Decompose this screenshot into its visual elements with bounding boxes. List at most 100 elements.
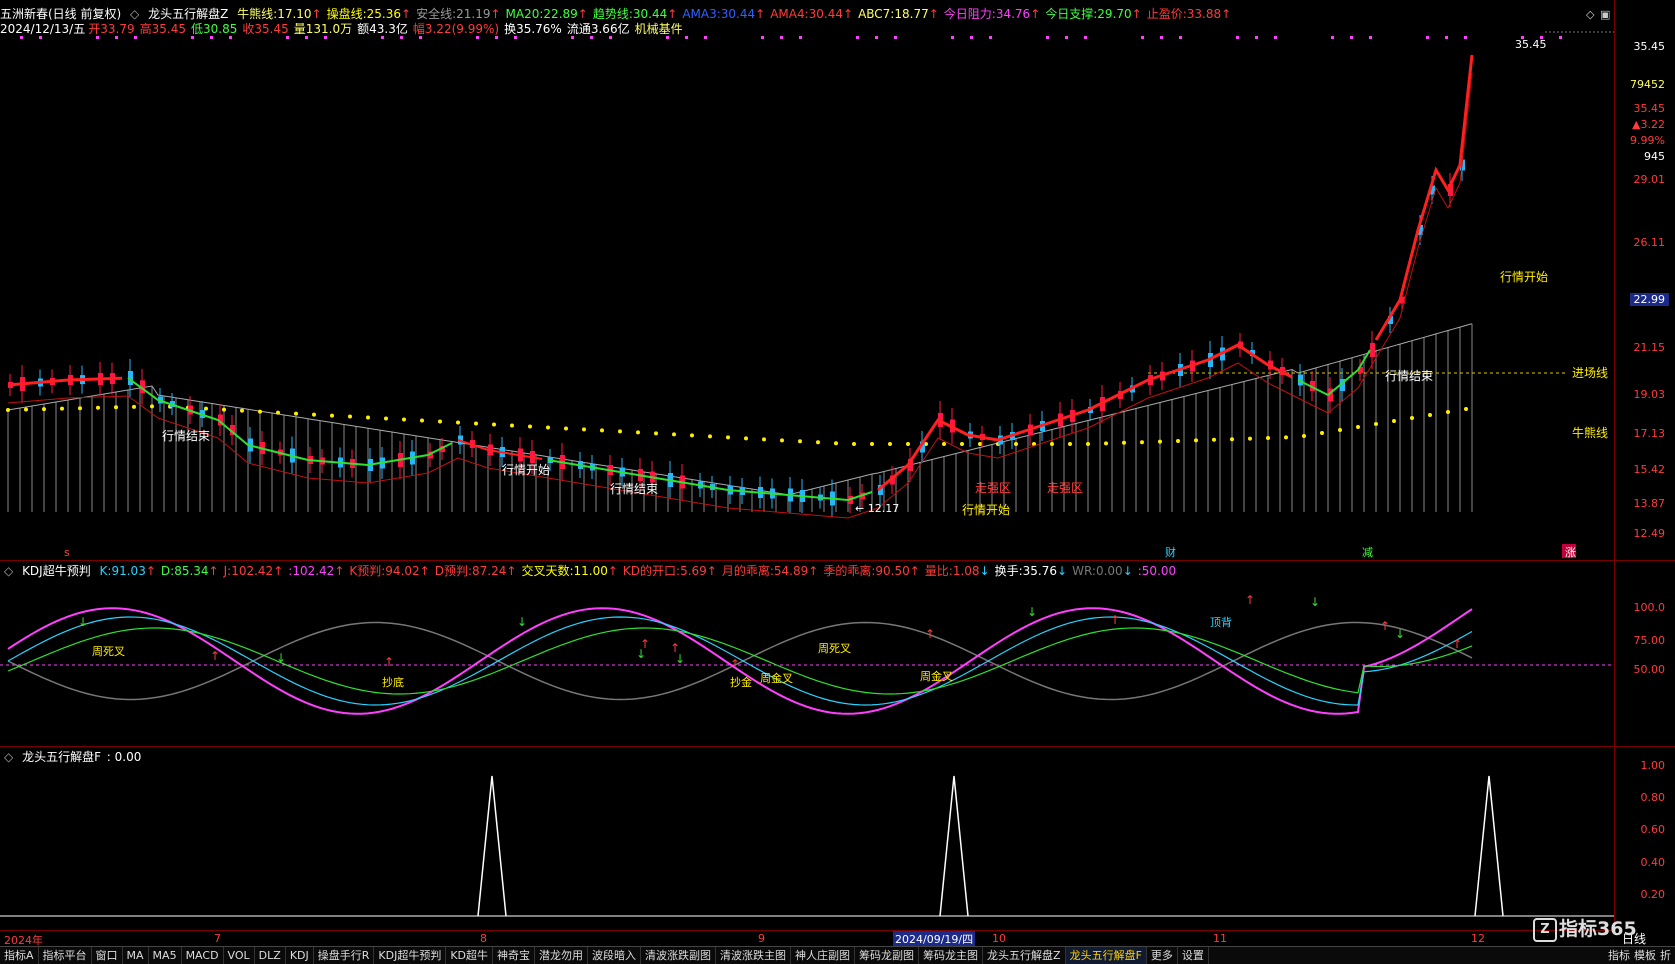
bull-bear-dot — [654, 431, 658, 436]
bull-bear-dot — [1230, 437, 1234, 442]
price-axis-label-9: 21.15 — [1633, 341, 1666, 354]
tab-23[interactable]: 设置 — [1178, 947, 1209, 964]
tab-5[interactable]: MACD — [182, 947, 224, 964]
tab-0[interactable]: 指标A — [0, 947, 39, 964]
tab-21[interactable]: 龙头五行解盘F — [1065, 947, 1147, 964]
tab-1[interactable]: 指标平台 — [39, 947, 92, 964]
kdj-label-top-divergence: 顶背 — [1210, 615, 1232, 629]
signal-dot — [210, 36, 213, 39]
price-axis-label-4: 9.99% — [1630, 134, 1665, 147]
f-chart[interactable] — [0, 746, 1614, 930]
signal-dot — [495, 36, 498, 39]
tab-10[interactable]: KDJ超牛预判 — [374, 947, 447, 964]
kdj-label-week-death-2: 周死叉 — [818, 642, 851, 655]
bull-bear-dot — [1248, 436, 1252, 441]
signal-dot — [875, 36, 878, 39]
tab-6[interactable]: VOL — [224, 947, 255, 964]
bull-bear-dot — [600, 428, 604, 433]
tab-16[interactable]: 清波涨跌主图 — [716, 947, 792, 964]
bull-bear-dot — [6, 408, 10, 412]
bull-bear-dot — [474, 421, 478, 426]
signal-dot — [1236, 36, 1239, 39]
bull-bear-dot — [150, 404, 154, 409]
trend-line — [7, 376, 123, 387]
kdj-label-gold: 抄金 — [730, 675, 752, 689]
tab-bar-right: 指标 模板折 — [1604, 947, 1671, 964]
kdj-buy-arrow-icon: ↑ — [1452, 637, 1462, 651]
tab-20[interactable]: 龙头五行解盘Z — [983, 947, 1066, 964]
bull-bear-dot — [1050, 442, 1054, 446]
tab-9[interactable]: 操盘手行R — [314, 947, 375, 964]
date-highlight: 2024/09/19/四 — [893, 931, 976, 947]
price-chart[interactable]: 35.45← 12.17进场线牛熊线行情开始行情开始行情开始行情结束行情结束行情… — [0, 0, 1614, 560]
bull-bear-dot — [960, 442, 964, 446]
bull-bear-dot — [1068, 442, 1072, 446]
signal-dot — [1350, 36, 1353, 39]
tab-12[interactable]: 神奇宝 — [493, 947, 536, 964]
kdj-axis-label-0: 100.0 — [1633, 601, 1666, 614]
tab-2[interactable]: 窗口 — [92, 947, 123, 964]
tab-15[interactable]: 清波涨跌副图 — [641, 947, 717, 964]
bull-line-label: 牛熊线 — [1572, 425, 1608, 440]
bull-bear-dot — [276, 410, 280, 415]
signal-dot — [305, 36, 308, 39]
bull-bear-dot — [798, 439, 802, 444]
bull-bear-dot — [1122, 440, 1126, 445]
signal-dot — [761, 36, 764, 39]
tab-3[interactable]: MA — [123, 947, 149, 964]
signal-dot — [590, 36, 593, 39]
bull-bear-dot — [24, 407, 28, 412]
tab-13[interactable]: 潜龙勿用 — [535, 947, 589, 964]
bull-bear-dot — [852, 442, 856, 446]
bull-bear-dot — [816, 440, 820, 445]
kdj-axis-label-1: 75.00 — [1633, 634, 1666, 647]
kdj-buy-arrow-icon: ↑ — [730, 657, 740, 671]
date-month-8: 8 — [480, 932, 487, 945]
tab-bar-right-1[interactable]: 模板 — [1634, 949, 1656, 962]
bull-bear-dot — [132, 404, 136, 409]
trend-line — [1374, 54, 1474, 341]
tab-22[interactable]: 更多 — [1147, 947, 1178, 964]
signal-dot — [1255, 36, 1258, 39]
bull-bear-dot — [1392, 419, 1396, 423]
signal-dot — [1426, 36, 1429, 39]
kdj-chart[interactable]: 周死叉抄底 抄金 周金叉周死叉周金叉顶背↑ ↑↑ ↑↑↑↑↑↑↑↓↓↓↓ ↓↓↓↓ — [0, 560, 1614, 746]
signal-dot — [989, 36, 992, 39]
bull-bear-dot — [564, 426, 568, 431]
bull-bear-dot — [1410, 416, 1414, 420]
reduce-marker: 减 — [1362, 546, 1373, 559]
f-spike-0 — [477, 775, 507, 917]
bull-bear-dot — [492, 422, 496, 427]
bull-bear-dot — [906, 442, 910, 446]
f-axis-label-3: 0.40 — [1640, 856, 1666, 869]
price-axis-label-13: 13.87 — [1633, 497, 1666, 510]
tab-4[interactable]: MA5 — [149, 947, 182, 964]
peak-price-label: 35.45 — [1515, 38, 1547, 51]
bull-bear-dot — [222, 407, 226, 412]
watermark-text: 指标365 — [1559, 918, 1637, 940]
signal-dot — [115, 36, 118, 39]
indicator-tab-bar: 指标A 指标平台 窗口 MA MA5 MACD VOL DLZ KDJ 操盘手行R KDJ超牛预判 K… — [0, 946, 1675, 964]
tab-8[interactable]: KDJ — [286, 947, 314, 964]
bull-bear-dot — [618, 429, 622, 434]
signal-dot — [685, 36, 688, 39]
tab-7[interactable]: DLZ — [255, 947, 286, 964]
tab-17[interactable]: 神人庄副图 — [791, 947, 856, 964]
tab-18[interactable]: 筹码龙副图 — [855, 947, 920, 964]
signal-dot — [514, 36, 517, 39]
signal-dot — [1464, 36, 1467, 39]
tab-14[interactable]: 波段暗入 — [588, 947, 642, 964]
kdj-axis-label-2: 50.00 — [1633, 663, 1666, 676]
market-end-label-3: 行情结束 — [1385, 369, 1433, 383]
market-start-label-2: 行情开始 — [962, 503, 1010, 517]
price-axis-label-1: 79452 — [1630, 78, 1665, 91]
tab-11[interactable]: KD超牛 — [446, 947, 494, 964]
bull-bear-dot — [834, 441, 838, 446]
tab-bar-right-2[interactable]: 折 — [1660, 949, 1671, 962]
strong-zone-label-1: 走强区 — [975, 481, 1011, 495]
tab-bar-right-0[interactable]: 指标 — [1608, 949, 1630, 962]
tab-19[interactable]: 筹码龙主图 — [919, 947, 984, 964]
signal-dot — [1559, 36, 1562, 39]
watermark-logo: Z 指标365 — [1533, 914, 1637, 942]
bull-bear-dot — [1320, 431, 1324, 435]
